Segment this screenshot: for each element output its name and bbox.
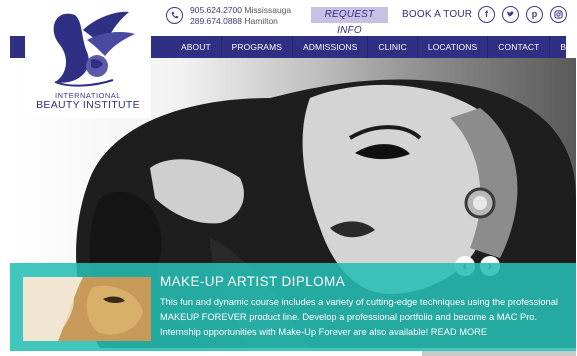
instagram-icon[interactable]	[550, 6, 567, 23]
slide-caption-panel: MAKE-UP ARTIST DIPLOMA This fun and dyna…	[10, 263, 576, 351]
twitter-icon[interactable]	[502, 6, 519, 23]
phone-mississauga[interactable]: 905.624.2700 Mississauga	[190, 5, 291, 16]
logo[interactable]: INTERNATIONAL BEAUTY INSTITUTE	[25, 0, 151, 118]
pinterest-icon[interactable]: p	[526, 6, 543, 23]
nav-about-us[interactable]: ABOUT US	[171, 36, 221, 74]
slide-description: This fun and dynamic course includes a v…	[160, 297, 558, 337]
slide-title: MAKE-UP ARTIST DIPLOMA	[160, 274, 346, 289]
read-more-link[interactable]: READ MORE	[431, 327, 487, 337]
nav-admissions[interactable]: ADMISSIONS	[292, 36, 367, 58]
nav-blog[interactable]: BLOG	[549, 36, 577, 58]
slide-thumbnail-image	[23, 277, 151, 341]
logo-text-beauty-institute: BEAUTY INSTITUTE	[36, 99, 140, 111]
facebook-icon[interactable]: f	[478, 6, 495, 23]
phone-numbers: 905.624.2700 Mississauga 289.674.0888 Ha…	[190, 5, 291, 27]
nav-programs[interactable]: PROGRAMS	[220, 36, 292, 58]
nav-locations[interactable]: LOCATIONS	[416, 36, 487, 58]
book-tour-link[interactable]: BOOK A TOUR	[402, 7, 472, 23]
nav-contact[interactable]: CONTACT	[487, 36, 549, 58]
request-info-button[interactable]: REQUEST INFO	[311, 7, 388, 36]
phone-icon	[166, 7, 183, 24]
phone-hamilton[interactable]: 289.674.0888 Hamilton	[190, 16, 291, 27]
bottom-scroll-indicator	[422, 351, 576, 356]
nav-clinic[interactable]: CLINIC	[367, 36, 416, 58]
